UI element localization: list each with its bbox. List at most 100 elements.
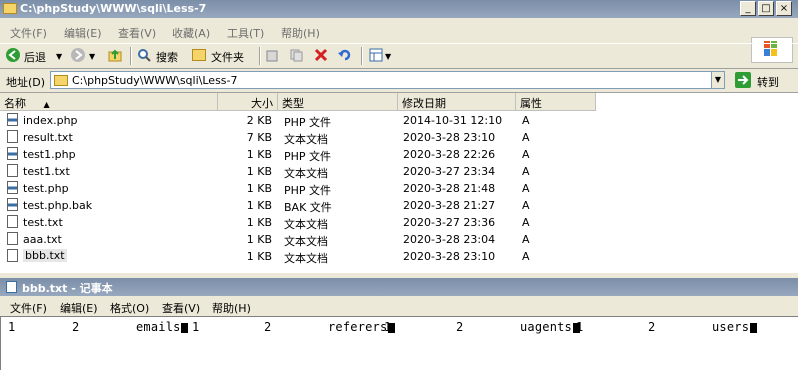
menu-view[interactable]: 查看(V) — [118, 25, 156, 41]
file-modified: 2020-3-28 21:27 — [403, 199, 496, 212]
file-attributes: A — [522, 250, 530, 263]
file-row[interactable]: test.php 1 KB PHP 文件 2020-3-28 21:48 A — [0, 180, 600, 197]
file-row[interactable]: test1.txt 1 KB 文本文档 2020-3-27 23:34 A — [0, 163, 600, 180]
file-row[interactable]: test.php.bak 1 KB BAK 文件 2020-3-28 21:27 A — [0, 197, 600, 214]
notepad-token: 2 — [456, 320, 464, 334]
close-button[interactable]: × — [776, 1, 792, 16]
back-button[interactable]: 后退 — [24, 49, 46, 65]
file-type: PHP 文件 — [284, 116, 332, 129]
file-row[interactable]: bbb.txt 1 KB 文本文档 2020-3-28 23:10 A — [0, 248, 600, 265]
menu-edit[interactable]: 编辑(E) — [64, 25, 102, 41]
toolbar-separator — [130, 47, 132, 65]
file-size: 1 KB — [246, 148, 272, 161]
file-row[interactable]: aaa.txt 1 KB 文本文档 2020-3-28 23:04 A — [0, 231, 600, 248]
go-button[interactable]: 转到 — [735, 71, 785, 91]
column-header-modified[interactable]: 修改日期 — [398, 93, 516, 111]
menu-help[interactable]: 帮助(H) — [281, 25, 320, 41]
notepad-menu-edit[interactable]: 编辑(E) — [60, 300, 98, 316]
file-size: 7 KB — [246, 131, 272, 144]
back-arrow-icon[interactable] — [6, 48, 20, 62]
folders-button[interactable]: 文件夹 — [211, 49, 244, 65]
search-button[interactable]: 搜索 — [156, 49, 178, 65]
address-dropdown-icon[interactable]: ▼ — [711, 71, 725, 89]
notepad-menu-format[interactable]: 格式(O) — [110, 300, 149, 316]
control-char-block — [181, 323, 189, 333]
folders-icon[interactable] — [192, 49, 206, 61]
file-size: 1 KB — [246, 216, 272, 229]
address-value: C:\phpStudy\WWW\sqli\Less-7 — [72, 74, 238, 87]
undo-icon[interactable] — [338, 48, 352, 62]
file-list: 名称 ▲ 大小 类型 修改日期 属性 index.php 2 KB PHP 文件 20… — [0, 93, 798, 273]
file-type: PHP 文件 — [284, 150, 332, 163]
file-size: 1 KB — [246, 199, 272, 212]
file-size: 1 KB — [246, 250, 272, 263]
notepad-token: 1 — [384, 320, 392, 334]
sort-ascending-icon: ▲ — [43, 100, 50, 109]
file-type: 文本文档 — [284, 133, 328, 146]
file-type: 文本文档 — [284, 167, 328, 180]
views-dropdown-icon[interactable]: ▼ — [385, 52, 391, 61]
menu-favorites[interactable]: 收藏(A) — [172, 25, 210, 41]
column-modified-label: 修改日期 — [402, 97, 446, 110]
file-row[interactable]: test.txt 1 KB 文本文档 2020-3-27 23:36 A — [0, 214, 600, 231]
notepad-token: 2 — [648, 320, 656, 334]
forward-arrow-icon[interactable] — [71, 48, 85, 62]
back-dropdown-icon[interactable]: ▼ — [56, 52, 62, 61]
notepad-menu-view[interactable]: 查看(V) — [162, 300, 200, 316]
address-input[interactable]: C:\phpStudy\WWW\sqli\Less-7 — [50, 71, 725, 89]
up-folder-icon[interactable] — [108, 48, 122, 62]
menu-tools[interactable]: 工具(T) — [227, 25, 264, 41]
notepad-token: 2 — [72, 320, 80, 334]
file-type: BAK 文件 — [284, 201, 332, 214]
notepad-title: bbb.txt - 记事本 — [22, 282, 113, 295]
maximize-button[interactable]: □ — [758, 1, 774, 16]
explorer-title: C:\phpStudy\WWW\sqli\Less-7 — [20, 2, 207, 15]
address-label: 地址(D) — [6, 76, 46, 89]
forward-dropdown-icon[interactable]: ▼ — [89, 52, 95, 61]
file-attributes: A — [522, 114, 530, 127]
notepad-titlebar: bbb.txt - 记事本 — [0, 278, 798, 296]
minimize-button[interactable]: _ — [740, 1, 756, 16]
folder-icon — [3, 3, 17, 14]
notepad-editor[interactable]: 1 2 emails 1 2 referers 1 2 uagents 1 2 users — [0, 316, 798, 370]
column-header-size[interactable]: 大小 — [218, 93, 278, 111]
move-to-icon[interactable] — [266, 49, 280, 62]
delete-icon[interactable] — [314, 48, 328, 62]
go-label: 转到 — [757, 76, 779, 89]
file-attributes: A — [522, 216, 530, 229]
file-attributes: A — [522, 233, 530, 246]
column-attributes-label: 属性 — [520, 97, 542, 110]
notepad-token: uagents — [520, 320, 572, 334]
toolbar-separator — [259, 47, 261, 65]
column-header-attributes[interactable]: 属性 — [516, 93, 596, 111]
notepad-menu-help[interactable]: 帮助(H) — [212, 300, 251, 316]
file-type: 文本文档 — [284, 252, 328, 265]
copy-to-icon[interactable] — [290, 49, 304, 62]
search-icon[interactable] — [137, 48, 151, 62]
file-modified: 2020-3-27 23:34 — [403, 165, 496, 178]
toolbar-separator — [361, 47, 363, 65]
notepad-menu-file[interactable]: 文件(F) — [10, 300, 47, 316]
control-char-block — [750, 323, 757, 333]
column-header-type[interactable]: 类型 — [278, 93, 398, 111]
explorer-titlebar: C:\phpStudy\WWW\sqli\Less-7 _ □ × — [0, 0, 798, 18]
file-size: 1 KB — [246, 233, 272, 246]
views-icon[interactable] — [369, 48, 383, 62]
file-row[interactable]: test1.php 1 KB PHP 文件 2020-3-28 22:26 A — [0, 146, 600, 163]
file-row[interactable]: index.php 2 KB PHP 文件 2014-10-31 12:10 A — [0, 112, 600, 129]
file-size: 2 KB — [246, 114, 272, 127]
notepad-token: 1 — [576, 320, 584, 334]
notepad-icon — [6, 281, 17, 293]
explorer-toolbar: 后退 ▼ ▼ 搜索 文件夹 ▼ — [0, 43, 798, 69]
file-type: PHP 文件 — [284, 184, 332, 197]
file-attributes: A — [522, 199, 530, 212]
column-header-name[interactable]: 名称 ▲ — [0, 93, 218, 111]
notepad-menubar: 文件(F) 编辑(E) 格式(O) 查看(V) 帮助(H) — [0, 296, 798, 316]
explorer-menubar: 文件(F) 编辑(E) 查看(V) 收藏(A) 工具(T) 帮助(H) — [0, 18, 798, 63]
file-modified: 2020-3-28 22:26 — [403, 148, 496, 161]
address-bar: 地址(D) C:\phpStudy\WWW\sqli\Less-7 ▼ 转到 — [0, 69, 798, 93]
notepad-token: referers — [328, 320, 388, 334]
file-row[interactable]: result.txt 7 KB 文本文档 2020-3-28 23:10 A — [0, 129, 600, 146]
menu-file[interactable]: 文件(F) — [10, 25, 47, 41]
notepad-token: 1 — [8, 320, 16, 334]
